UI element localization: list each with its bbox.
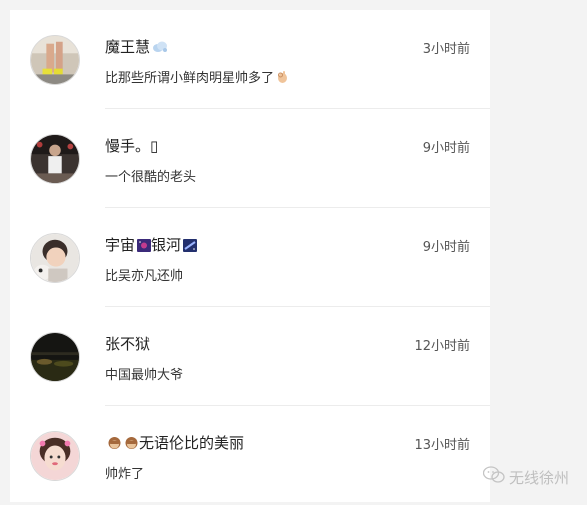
- comment-item: 张不狱 12小时前 中国最帅大爷: [10, 307, 490, 406]
- comment-item: 无语伦比的美丽 13小时前 帅炸了: [10, 406, 490, 505]
- avatar[interactable]: [30, 35, 80, 85]
- comment-item: 魔王慧 3小时前 比那些所谓小鲜肉明星帅多了: [10, 10, 490, 109]
- avatar[interactable]: [30, 233, 80, 283]
- galaxy-emoji-icon: [183, 238, 198, 256]
- wechat-icon: [482, 466, 505, 488]
- see-no-evil-monkey-emoji-icon: [107, 436, 122, 454]
- avatar[interactable]: [30, 431, 80, 481]
- commenter-name-text: 银河: [151, 236, 182, 254]
- comment-time: 13小时前: [414, 438, 470, 453]
- comment-text: 一个很酷的老头: [105, 170, 197, 185]
- commenter-name[interactable]: 无语伦比的美丽: [105, 432, 244, 454]
- comment-item: 宇宙 银河 9小时前 比吴亦凡还帅: [10, 208, 490, 307]
- commenter-name[interactable]: 慢手。▯: [105, 135, 158, 156]
- comment-text: 中国最帅大爷: [105, 368, 184, 383]
- comment-time: 9小时前: [422, 240, 470, 255]
- comment-item: 慢手。▯ 9小时前 一个很酷的老头: [10, 109, 490, 208]
- comment-time: 12小时前: [414, 339, 470, 354]
- see-no-evil-monkey-emoji-icon: [124, 436, 139, 454]
- watermark-text: 无线徐州: [508, 468, 569, 487]
- comment-time: 9小时前: [422, 141, 470, 156]
- commenter-name[interactable]: 张不狱: [105, 333, 150, 354]
- ok-hand-emoji-icon: [276, 70, 289, 88]
- avatar[interactable]: [30, 134, 80, 184]
- commenter-name[interactable]: 魔王慧: [105, 36, 168, 58]
- cloud-emoji-icon: [152, 40, 168, 58]
- commenter-name-text: 宇宙: [105, 236, 136, 254]
- comment-list: 魔王慧 3小时前 比那些所谓小鲜肉明星帅多了 慢手。▯ 9小时前 一个很酷的老头: [10, 10, 490, 502]
- galaxy-emoji-icon: [137, 238, 152, 256]
- comment-text-content: 比那些所谓小鲜肉明星帅多了: [105, 71, 275, 86]
- comment-time: 3小时前: [422, 42, 470, 57]
- commenter-name-text: 无语伦比的美丽: [139, 434, 245, 452]
- avatar[interactable]: [30, 332, 80, 382]
- comment-text: 比吴亦凡还帅: [105, 269, 184, 284]
- watermark: 无线徐州: [482, 466, 569, 488]
- comment-text: 帅炸了: [105, 467, 145, 482]
- commenter-name-text: 魔王慧: [105, 38, 151, 56]
- commenter-name[interactable]: 宇宙 银河: [105, 234, 198, 256]
- comment-text: 比那些所谓小鲜肉明星帅多了: [105, 67, 289, 88]
